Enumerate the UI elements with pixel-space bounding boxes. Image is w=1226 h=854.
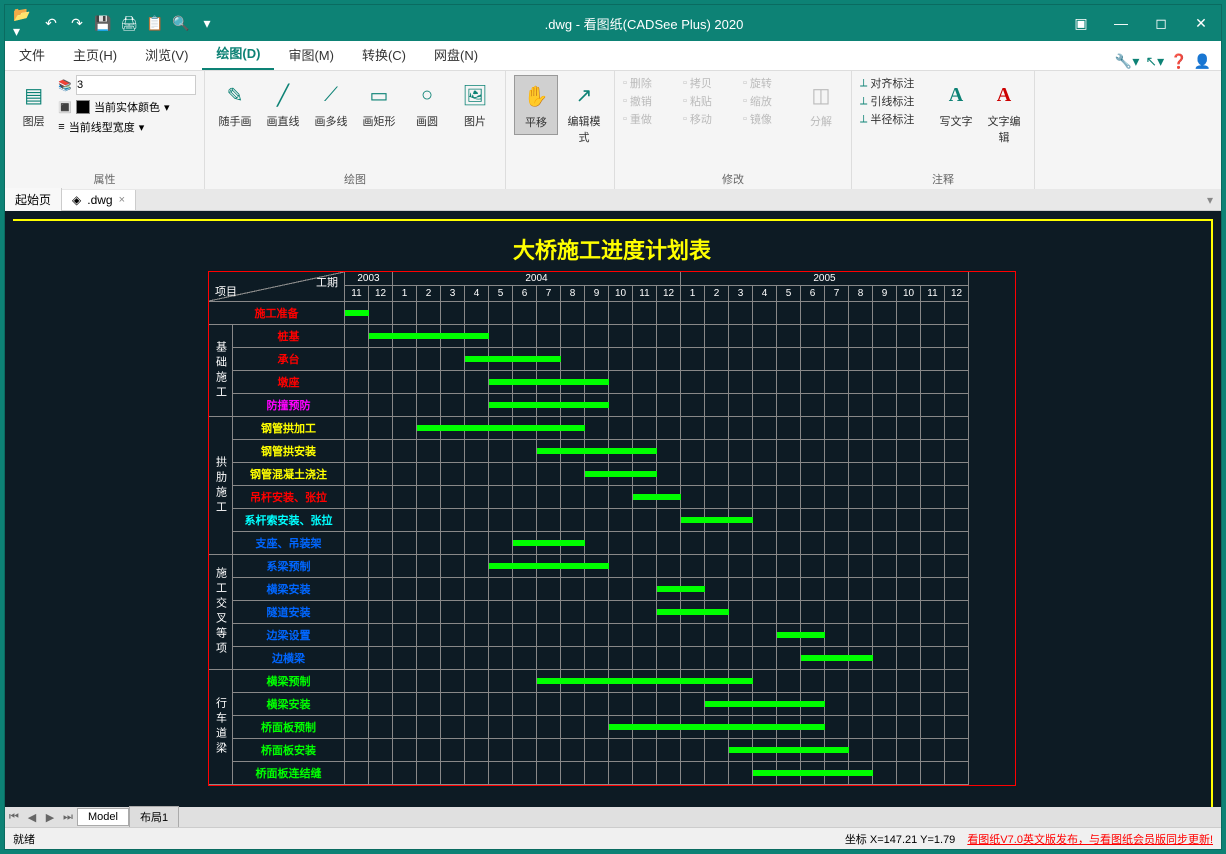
model-tabs: ⏮ ◀ ▶ ⏭ Model 布局1 [5,807,1221,827]
draw-5[interactable]: 🖼图片 [453,75,497,133]
draw-1[interactable]: ╱画直线 [261,75,305,133]
draw-3[interactable]: ▭画矩形 [357,75,401,133]
tab-prev-icon[interactable]: ◀ [23,811,41,824]
ribbon-toggle-icon[interactable]: ▣ [1061,8,1101,38]
tab-last-icon[interactable]: ⏭ [59,811,77,824]
model-tab[interactable]: Model [77,808,129,826]
text-button[interactable]: A写文字 [934,75,978,133]
pan-button[interactable]: ✋平移 [514,75,558,135]
menu-6[interactable]: 网盘(N) [420,39,492,70]
copy-icon[interactable]: 📋 [143,11,167,35]
status-text: 就绪 [13,831,35,847]
dim-item[interactable]: ⟂引线标注 [860,93,930,109]
gantt-chart: 项目工期200320042005111212345678910111212345… [208,271,1016,786]
layer-button[interactable]: ▤ 图层 [13,75,54,133]
qat-more-icon[interactable]: ▾ [195,11,219,35]
canvas[interactable]: 大桥施工进度计划表 项目工期20032004200511121234567891… [5,211,1221,827]
document-tabs: 起始页 ◈.dwg× ▾ [5,189,1221,211]
explode-button: ◫分解 [799,75,843,133]
tab-close-icon[interactable]: × [119,194,125,206]
promo-link[interactable]: 看图纸V7.0英文版发布，与看图纸会员版同步更新! [967,831,1213,847]
color-dropdown[interactable]: 当前实体颜色 [94,99,160,115]
linetype-dropdown[interactable]: 当前线型宽度 [69,119,135,135]
draw-4[interactable]: ○画圆 [405,75,449,133]
text-edit-button[interactable]: A文字编辑 [982,75,1026,149]
dim-item[interactable]: ⟂半径标注 [860,111,930,127]
quick-access-toolbar: 📂▾ ↶ ↷ 💾 🖨 📋 🔍 ▾ [5,11,227,35]
tab-file[interactable]: ◈.dwg× [62,190,136,210]
menu-0[interactable]: 文件 [5,39,59,70]
print-icon[interactable]: 🖨 [117,11,141,35]
draw-0[interactable]: ✎随手画 [213,75,257,133]
save-icon[interactable]: 💾 [91,11,115,35]
tab-first-icon[interactable]: ⏮ [5,811,23,824]
tab-next-icon[interactable]: ▶ [41,811,59,824]
close-icon[interactable]: ✕ [1181,8,1221,38]
coordinates: 坐标 X=147.21 Y=1.79 [845,831,956,847]
open-icon[interactable]: 📂▾ [13,11,37,35]
cursor-icon[interactable]: ↖▾ [1145,53,1164,70]
undo-icon[interactable]: ↶ [39,11,63,35]
statusbar: 就绪 坐标 X=147.21 Y=1.79 看图纸V7.0英文版发布，与看图纸会… [5,827,1221,849]
window-title: .dwg - 看图纸(CADSee Plus) 2020 [227,14,1061,33]
wrench-icon[interactable]: 🔧▾ [1115,53,1139,70]
redo-icon[interactable]: ↷ [65,11,89,35]
menu-1[interactable]: 主页(H) [59,39,131,70]
layout-tab[interactable]: 布局1 [129,806,179,827]
layer-select[interactable] [76,75,196,95]
search-icon[interactable]: 🔍 [169,11,193,35]
ribbon: ▤ 图层 📚 🔳当前实体颜色▾ ≡当前线型宽度▾ 属性 ✎随手画╱画直线⟋画多线… [5,71,1221,189]
dim-item[interactable]: ⟂对齐标注 [860,75,930,91]
titlebar: 📂▾ ↶ ↷ 💾 🖨 📋 🔍 ▾ .dwg - 看图纸(CADSee Plus)… [5,5,1221,41]
minimize-icon[interactable]: — [1101,8,1141,38]
menu-4[interactable]: 审图(M) [274,39,348,70]
menu-3[interactable]: 绘图(D) [202,37,274,70]
menubar: 文件主页(H)浏览(V)绘图(D)审图(M)转换(C)网盘(N) 🔧▾ ↖▾ ❓… [5,41,1221,71]
menu-2[interactable]: 浏览(V) [131,39,202,70]
maximize-icon[interactable]: ◻ [1141,8,1181,38]
edit-mode-button[interactable]: ↗编辑模式 [562,75,606,149]
tabs-dropdown-icon[interactable]: ▾ [1207,193,1221,207]
tab-start[interactable]: 起始页 [5,188,62,211]
user-icon[interactable]: 👤 [1194,53,1211,70]
draw-2[interactable]: ⟋画多线 [309,75,353,133]
help-icon[interactable]: ❓ [1170,53,1187,70]
chart-title: 大桥施工进度计划表 [13,221,1211,271]
menu-5[interactable]: 转换(C) [348,39,420,70]
